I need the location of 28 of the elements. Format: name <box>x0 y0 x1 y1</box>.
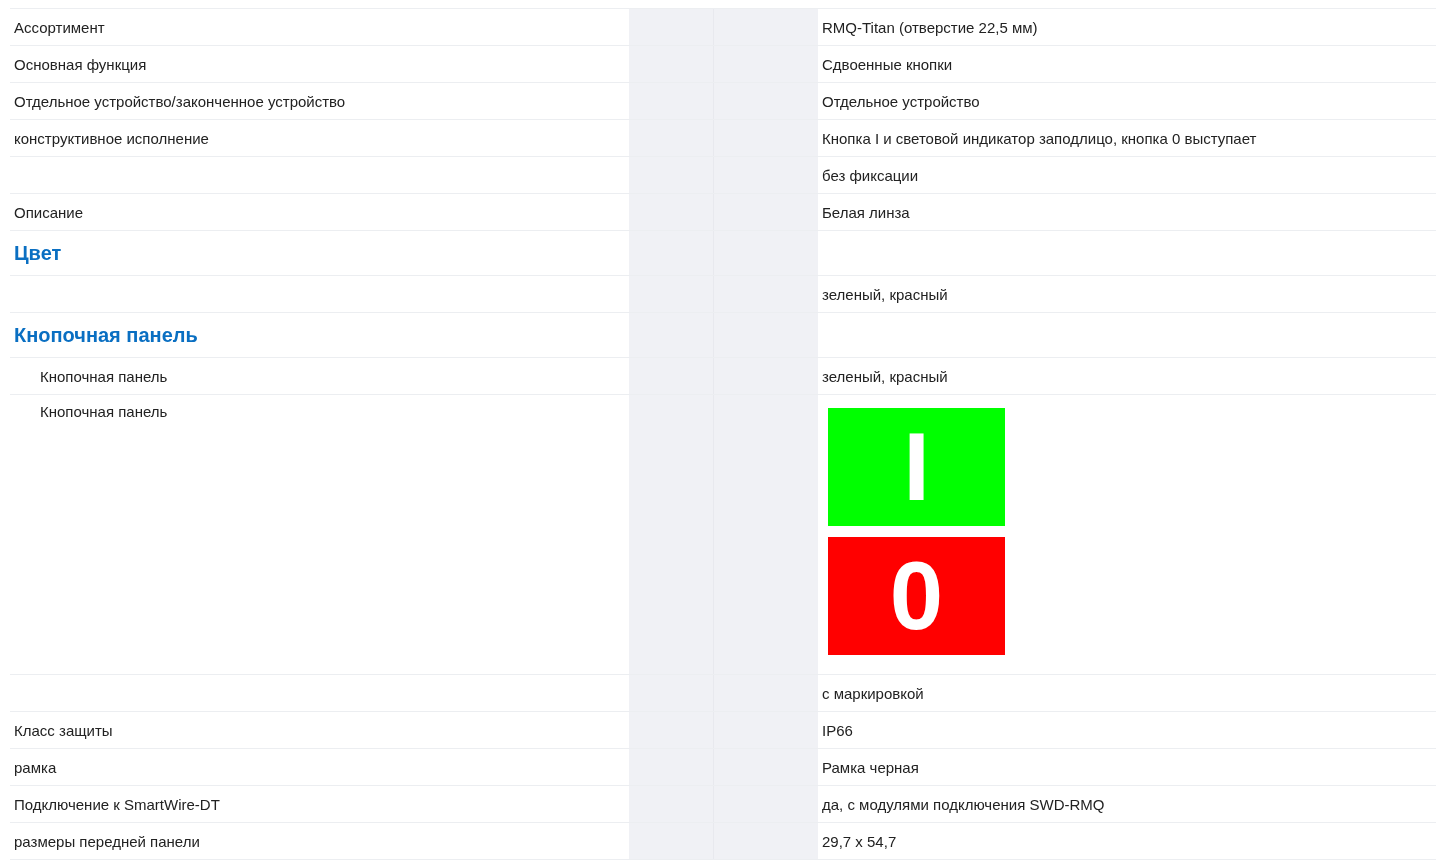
property-value: Отдельное устройство <box>822 92 981 110</box>
property-value: Кнопка I и световой индикатор заподлицо, кнопка 0 выступает <box>822 129 1258 147</box>
property-label: рамка <box>14 758 57 776</box>
property-value: без фиксации <box>822 166 920 184</box>
property-value: Белая линза <box>822 203 911 221</box>
property-label: Отдельное устройство/законченное устройство <box>14 92 346 110</box>
property-value: с маркировкой <box>822 684 925 702</box>
property-label: Ассортимент <box>14 18 105 36</box>
property-label: Кнопочная панель <box>40 403 168 420</box>
property-value: зеленый, красный <box>822 367 949 385</box>
property-label: размеры передней панели <box>14 832 200 850</box>
property-label: Кнопочная панель <box>40 367 168 385</box>
property-label: Основная функция <box>14 55 147 73</box>
property-value: да, с модулями подключения SWD-RMQ <box>822 795 1106 813</box>
pushbutton-drawing: 0 <box>828 537 1005 655</box>
section-heading: Цвет <box>14 241 62 265</box>
property-label: конструктивное исполнение <box>14 129 209 147</box>
property-value: Сдвоенные кнопки <box>822 55 954 73</box>
property-label: Подключение к SmartWire-DT <box>14 795 220 813</box>
property-label: Описание <box>14 203 84 221</box>
property-value: 29,7 x 54,7 <box>822 832 898 850</box>
property-value: IP66 <box>822 721 854 739</box>
section-heading: Кнопочная панель <box>14 323 198 347</box>
pushbutton-drawing: I <box>828 408 1005 526</box>
property-value: Рамка черная <box>822 758 920 776</box>
property-label: Класс защиты <box>14 721 113 739</box>
property-value: зеленый, красный <box>822 285 949 303</box>
property-value: RMQ-Titan (отверстие 22,5 мм) <box>822 18 1039 36</box>
